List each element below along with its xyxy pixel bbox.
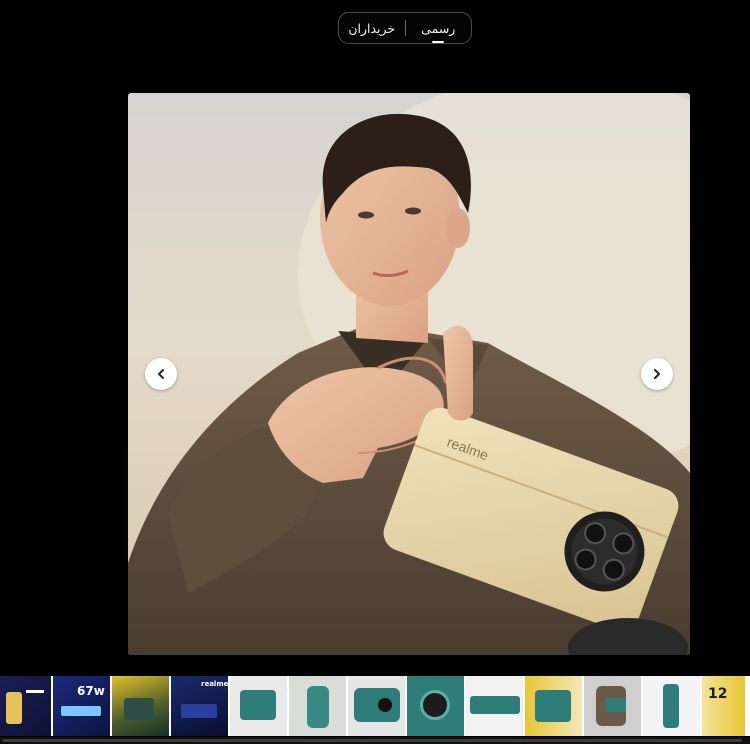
thumbnail-12[interactable] bbox=[643, 676, 700, 736]
thumbnail-13[interactable]: 12 bbox=[702, 676, 745, 736]
tab-official[interactable]: رسمی bbox=[406, 13, 472, 43]
scrollbar-thumb[interactable] bbox=[2, 739, 742, 742]
thumbnail-67w-text: 67w bbox=[77, 684, 105, 698]
thumbnail-8[interactable] bbox=[407, 676, 464, 736]
thumbnail-10[interactable] bbox=[525, 676, 582, 736]
thumbnail-realme-text: realme bbox=[201, 680, 228, 688]
thumbnail-6[interactable] bbox=[289, 676, 346, 736]
tab-buyers-label: خریداران bbox=[348, 20, 396, 36]
previous-image-button[interactable] bbox=[145, 358, 177, 390]
thumbnail-strip: 67w realme 12 bbox=[0, 676, 750, 736]
thumbnail-2[interactable]: 67w bbox=[53, 676, 110, 736]
chevron-right-icon bbox=[654, 369, 660, 379]
thumbnail-1[interactable] bbox=[0, 676, 51, 736]
product-photo: realme bbox=[128, 93, 690, 655]
tab-official-label: رسمی bbox=[421, 20, 456, 36]
thumbnail-11[interactable] bbox=[584, 676, 641, 736]
gallery-source-tabs: رسمی خریداران bbox=[338, 12, 472, 44]
thumbnail-scrollbar[interactable] bbox=[0, 737, 750, 744]
thumbnail-12-text: 12 bbox=[708, 686, 728, 702]
thumbnail-7[interactable] bbox=[348, 676, 405, 736]
tab-buyers[interactable]: خریداران bbox=[339, 13, 405, 43]
main-product-image: realme bbox=[128, 93, 690, 655]
thumbnail-4[interactable]: realme bbox=[171, 676, 228, 736]
next-image-button[interactable] bbox=[641, 358, 673, 390]
thumbnail-3[interactable] bbox=[112, 676, 169, 736]
thumbnail-5[interactable] bbox=[230, 676, 287, 736]
chevron-left-icon bbox=[158, 369, 164, 379]
thumbnail-9[interactable] bbox=[466, 676, 523, 736]
